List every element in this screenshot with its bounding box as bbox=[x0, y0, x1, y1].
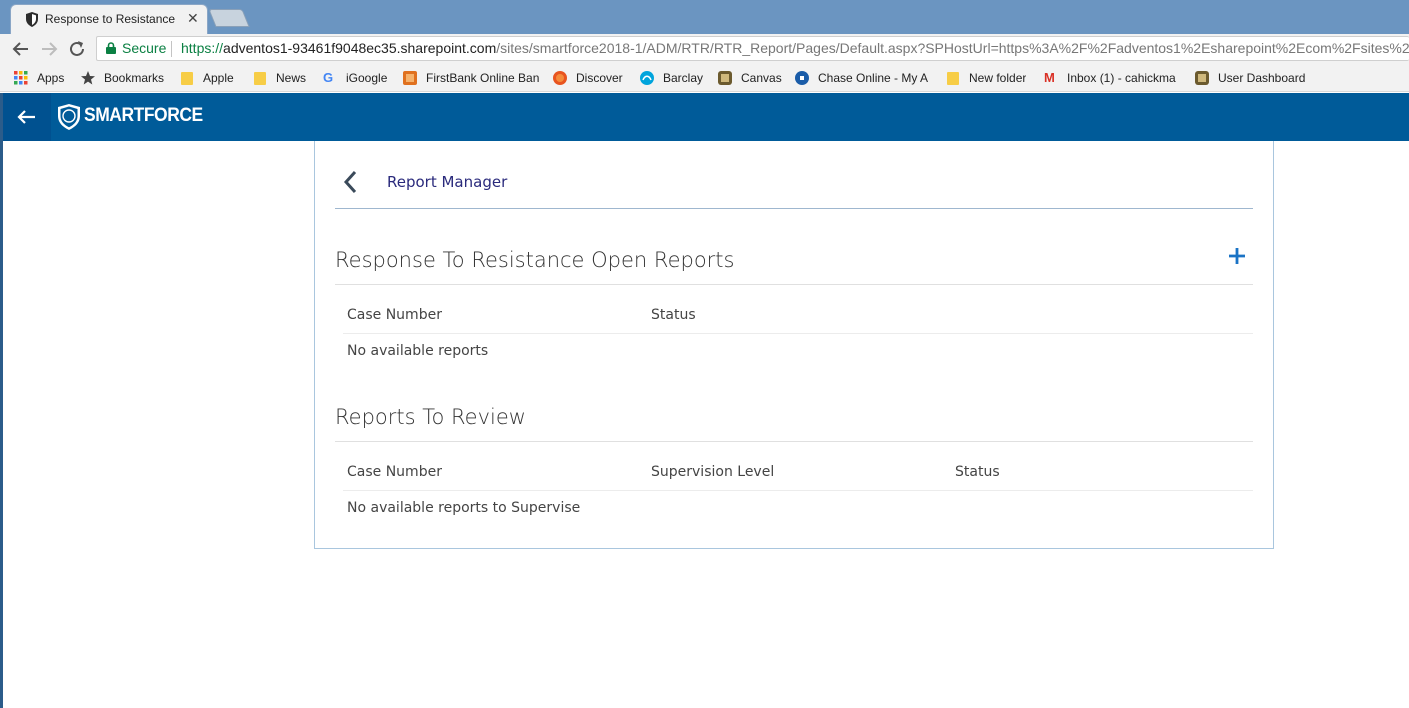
star-icon bbox=[81, 71, 95, 85]
bookmark-igoogle[interactable]: G iGoogle bbox=[323, 70, 387, 86]
gmail-icon: M bbox=[1044, 70, 1055, 85]
bookmark-discover[interactable]: Discover bbox=[553, 70, 623, 86]
address-separator bbox=[171, 41, 172, 57]
bookmark-label: Apple bbox=[203, 71, 234, 85]
bookmark-label: iGoogle bbox=[346, 71, 388, 85]
open-reports-header-divider bbox=[343, 333, 1253, 334]
back-icon[interactable] bbox=[10, 38, 32, 60]
open-reports-col-case-number: Case Number bbox=[347, 307, 442, 323]
dashboard-icon bbox=[1195, 71, 1209, 85]
browser-tab-active[interactable]: Response to Resistance ✕ bbox=[10, 4, 208, 34]
bookmark-canvas[interactable]: Canvas bbox=[718, 70, 782, 86]
bookmark-chase[interactable]: Chase Online - My A bbox=[795, 70, 931, 86]
bookmark-firstbank[interactable]: FirstBank Online Ban bbox=[403, 70, 540, 86]
apps-grid-icon bbox=[14, 71, 28, 85]
open-reports-divider bbox=[335, 284, 1253, 285]
bookmark-label: Bookmarks bbox=[104, 71, 165, 85]
review-reports-title: Reports To Review bbox=[335, 405, 526, 429]
folder-icon bbox=[254, 72, 266, 85]
bookmark-user-dashboard[interactable]: User Dashboard bbox=[1195, 70, 1305, 86]
review-reports-empty-text: No available reports to Supervise bbox=[347, 500, 581, 516]
forward-icon[interactable] bbox=[38, 38, 60, 60]
breadcrumb-divider bbox=[335, 208, 1253, 209]
open-reports-col-status: Status bbox=[651, 307, 696, 323]
url-text[interactable]: https://adventos1-93461f9048ec35.sharepo… bbox=[181, 40, 1409, 56]
bookmark-label: User Dashboard bbox=[1218, 71, 1306, 85]
tab-title: Response to Resistance bbox=[45, 12, 176, 26]
discover-icon bbox=[553, 71, 567, 85]
header-back-button[interactable] bbox=[3, 93, 51, 141]
bookmark-news[interactable]: News bbox=[253, 70, 306, 86]
canvas-icon bbox=[718, 71, 732, 85]
bookmark-bookmarks[interactable]: Bookmarks bbox=[81, 70, 164, 86]
brand-logo-text: SMARTFORCE bbox=[84, 105, 203, 126]
bookmark-label: News bbox=[276, 71, 307, 85]
bookmark-label: Apps bbox=[37, 71, 65, 85]
url-host: adventos1-93461f9048ec35.sharepoint.com bbox=[223, 40, 497, 56]
add-report-plus-icon[interactable] bbox=[1227, 246, 1247, 266]
arrow-left-icon bbox=[17, 110, 35, 124]
bookmark-label: Canvas bbox=[741, 71, 782, 85]
review-reports-header-divider bbox=[343, 490, 1253, 491]
bookmark-label: Chase Online - My A bbox=[818, 71, 929, 85]
bookmark-new-folder[interactable]: New folder bbox=[946, 70, 1026, 86]
review-reports-col-status: Status bbox=[955, 464, 1000, 480]
bookmark-label: New folder bbox=[969, 71, 1027, 85]
reload-icon[interactable] bbox=[66, 38, 88, 60]
bookmark-apple[interactable]: Apple bbox=[180, 70, 234, 86]
lock-icon bbox=[106, 42, 116, 54]
tab-close-icon[interactable]: ✕ bbox=[187, 10, 199, 27]
open-reports-empty-text: No available reports bbox=[347, 343, 489, 359]
bookmark-label: FirstBank Online Ban bbox=[426, 71, 540, 85]
folder-icon bbox=[947, 72, 959, 85]
shield-favicon-icon bbox=[26, 12, 38, 27]
open-reports-title: Response To Resistance Open Reports bbox=[335, 248, 735, 272]
smartforce-shield-logo-icon bbox=[58, 104, 80, 130]
secure-label: Secure bbox=[122, 40, 167, 56]
app-header bbox=[3, 93, 1409, 141]
firstbank-icon bbox=[403, 71, 417, 85]
bookmark-barclay[interactable]: Barclay bbox=[640, 70, 703, 86]
bookmark-label: Discover bbox=[576, 71, 623, 85]
review-reports-divider bbox=[335, 441, 1253, 442]
url-path: /sites/smartforce2018-1/ADM/RTR/RTR_Repo… bbox=[496, 40, 1409, 56]
new-tab-button[interactable] bbox=[208, 9, 250, 27]
chevron-left-icon[interactable] bbox=[342, 170, 360, 194]
barclay-icon bbox=[640, 71, 654, 85]
bookmark-apps[interactable]: Apps bbox=[14, 70, 64, 86]
google-icon: G bbox=[323, 70, 334, 85]
folder-icon bbox=[181, 72, 193, 85]
bookmark-label: Inbox (1) - cahickma bbox=[1067, 71, 1176, 85]
bookmark-label: Barclay bbox=[663, 71, 704, 85]
window-left-edge bbox=[0, 93, 3, 708]
review-reports-col-supervision-level: Supervision Level bbox=[651, 464, 775, 480]
browser-tab-strip: Response to Resistance ✕ bbox=[0, 0, 1409, 34]
review-reports-col-case-number: Case Number bbox=[347, 464, 442, 480]
chase-icon bbox=[795, 71, 809, 85]
breadcrumb-report-manager[interactable]: Report Manager bbox=[387, 173, 507, 191]
bookmark-inbox[interactable]: M Inbox (1) - cahickma bbox=[1044, 70, 1180, 86]
url-scheme: https:// bbox=[181, 40, 224, 56]
